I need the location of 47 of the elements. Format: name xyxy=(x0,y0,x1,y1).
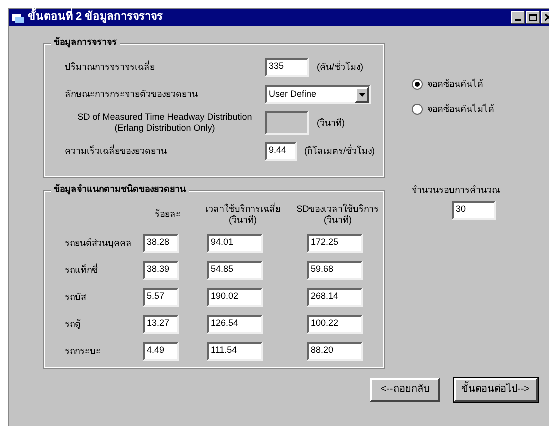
input-field[interactable]: 9.44 xyxy=(265,142,296,161)
group-title: ข้อมูลการจราจร xyxy=(51,37,120,48)
field-label: ความเร็วเฉลี่ยของยวดยาน xyxy=(65,146,168,157)
group-title: ข้อมูลจำแนกตามชนิดของยวดยาน xyxy=(51,184,189,194)
input-field[interactable]: 38.39 xyxy=(143,260,179,280)
radio-option[interactable]: จอดซ้อนคันได้ xyxy=(412,79,524,90)
input-field[interactable]: 59.68 xyxy=(307,260,363,280)
minimize-button[interactable] xyxy=(511,11,525,24)
input-field[interactable]: 126.54 xyxy=(207,314,263,334)
input-field[interactable]: 94.01 xyxy=(207,234,263,253)
row-label: รถกระบะ xyxy=(65,346,102,356)
field-label: SD of Measured Time Headway Distribution (Erlang Distribution Only) xyxy=(76,112,254,134)
column-header: SDของเวลาใช้บริการ (วินาที) xyxy=(296,204,380,226)
row-label: รถยนต์ส่วนบุคคล xyxy=(65,238,133,248)
input-field[interactable]: 172.25 xyxy=(307,234,363,253)
input-field[interactable]: 88.20 xyxy=(307,342,363,361)
radio-option[interactable]: จอดซ้อนคันไม่ได้ xyxy=(412,104,524,115)
row-label: รถตู้ xyxy=(65,318,82,330)
input-field[interactable]: 268.14 xyxy=(307,288,363,307)
row-label: รถแท็กซี่ xyxy=(65,264,99,276)
input-field[interactable]: 30 xyxy=(452,201,496,220)
dropdown[interactable]: User Define xyxy=(265,85,371,104)
nav-button[interactable]: <--ถอยกลับ xyxy=(370,378,440,402)
radio-button[interactable] xyxy=(412,104,423,115)
input-field[interactable]: 100.22 xyxy=(307,314,363,334)
field-label: ลักษณะการกระจายตัวของยวดยาน xyxy=(65,89,199,100)
unit-label: (คัน/ชั่วโมง) xyxy=(317,62,364,73)
input-field[interactable]: 38.28 xyxy=(143,234,179,253)
nav-button[interactable]: ขั้นตอนต่อไป--> xyxy=(454,378,538,402)
input-field[interactable]: 4.49 xyxy=(143,342,179,361)
row-label: รถบัส xyxy=(65,292,88,302)
unit-label: (กิโลเมตร/ชั่วโมง) xyxy=(304,146,375,157)
column-header: เวลาใช้บริการเฉลี่ย (วินาที) xyxy=(204,204,282,226)
maximize-button[interactable] xyxy=(526,11,540,24)
app-icon xyxy=(12,12,24,22)
radio-button[interactable] xyxy=(412,79,423,90)
input-field[interactable]: 5.57 xyxy=(143,288,179,307)
input-field[interactable]: 335 xyxy=(265,58,309,77)
column-header: ร้อยละ xyxy=(154,209,182,220)
field-label: ปริมาณการจราจรเฉลี่ย xyxy=(65,62,156,73)
unit-label: (วินาที) xyxy=(317,118,345,128)
maximize-icon xyxy=(529,14,537,21)
input-field[interactable]: 54.85 xyxy=(207,260,263,280)
input-field[interactable]: 13.27 xyxy=(143,314,179,334)
input-field[interactable]: 111.54 xyxy=(207,342,263,361)
input-field[interactable]: 190.02 xyxy=(207,288,263,307)
field-label: จำนวนรอบการคำนวณ xyxy=(412,185,501,196)
